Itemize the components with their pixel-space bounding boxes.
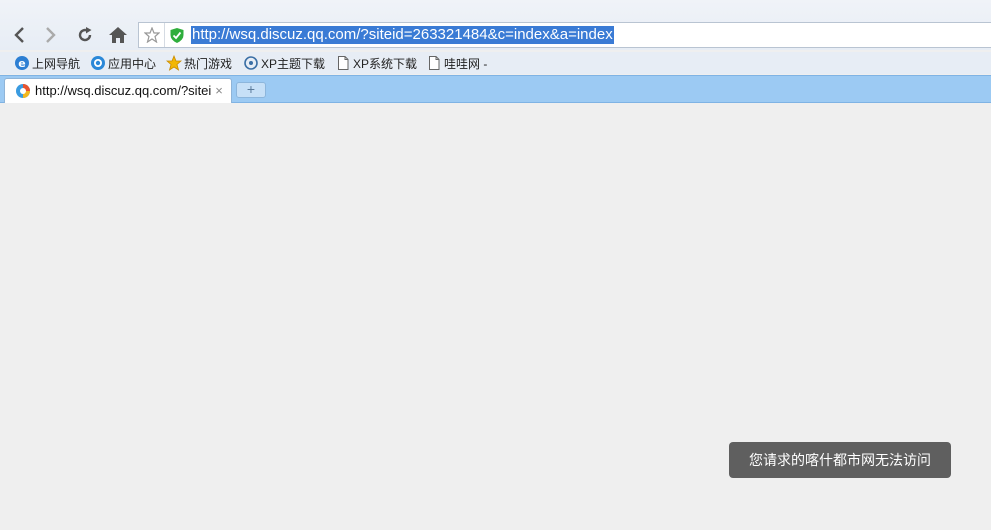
url-text[interactable]: http://wsq.discuz.qq.com/?siteid=2633214…	[191, 26, 614, 44]
chevron-right-icon	[46, 27, 56, 43]
browser-window: http://wsq.discuz.qq.com/?siteid=2633214…	[0, 0, 991, 530]
page-icon	[426, 55, 442, 71]
bookmark-item[interactable]: 哇哇网 -	[426, 54, 487, 72]
bookmarks-bar: e 上网导航 应用中心 热门游戏 XP主题下载 XP系统下载 哇哇网 -	[0, 52, 991, 74]
bookmark-label: 应用中心	[108, 56, 157, 71]
star-icon	[143, 27, 160, 43]
bookmark-item[interactable]: e 上网导航	[14, 54, 80, 72]
bookmark-label: 上网导航	[32, 56, 81, 71]
bookmark-star-button[interactable]	[139, 23, 165, 47]
error-toast: 您请求的喀什都市网无法访问	[729, 442, 951, 478]
tab-close-button[interactable]: ×	[212, 83, 226, 99]
bookmark-item[interactable]: 应用中心	[90, 54, 156, 72]
app-center-icon	[90, 55, 106, 71]
bookmark-label: 热门游戏	[184, 56, 233, 71]
page-icon	[335, 55, 351, 71]
ie-icon: e	[14, 55, 30, 71]
page-content: 您请求的喀什都市网无法访问	[0, 103, 991, 530]
back-button[interactable]	[6, 22, 32, 48]
shield-check-icon	[170, 28, 184, 43]
svg-text:e: e	[18, 57, 25, 70]
forward-button[interactable]	[38, 22, 64, 48]
reload-button[interactable]	[72, 22, 98, 48]
star-game-icon	[166, 55, 182, 71]
new-tab-button[interactable]: +	[236, 82, 266, 98]
bookmark-label: XP系统下载	[353, 56, 418, 71]
home-icon	[109, 27, 127, 43]
home-button[interactable]	[105, 22, 131, 48]
bookmark-item[interactable]: XP主题下载	[243, 54, 325, 72]
tab-strip: http://wsq.discuz.qq.com/?siteid=2633214…	[0, 75, 991, 104]
bookmark-label: XP主题下载	[261, 56, 326, 71]
bookmark-item[interactable]: 热门游戏	[166, 54, 232, 72]
tab-active[interactable]: http://wsq.discuz.qq.com/?siteid=2633214…	[4, 78, 232, 104]
reload-icon	[78, 27, 92, 42]
chevron-left-icon	[14, 27, 24, 43]
xp-theme-icon	[243, 55, 259, 71]
address-bar[interactable]: http://wsq.discuz.qq.com/?siteid=2633214…	[138, 22, 991, 48]
site-favicon-icon	[16, 84, 30, 98]
bookmark-item[interactable]: XP系统下载	[335, 54, 417, 72]
navigation-toolbar: http://wsq.discuz.qq.com/?siteid=2633214…	[0, 0, 991, 50]
bookmark-label: 哇哇网 -	[444, 56, 488, 71]
tab-title: http://wsq.discuz.qq.com/?siteid=2633214…	[35, 83, 211, 98]
